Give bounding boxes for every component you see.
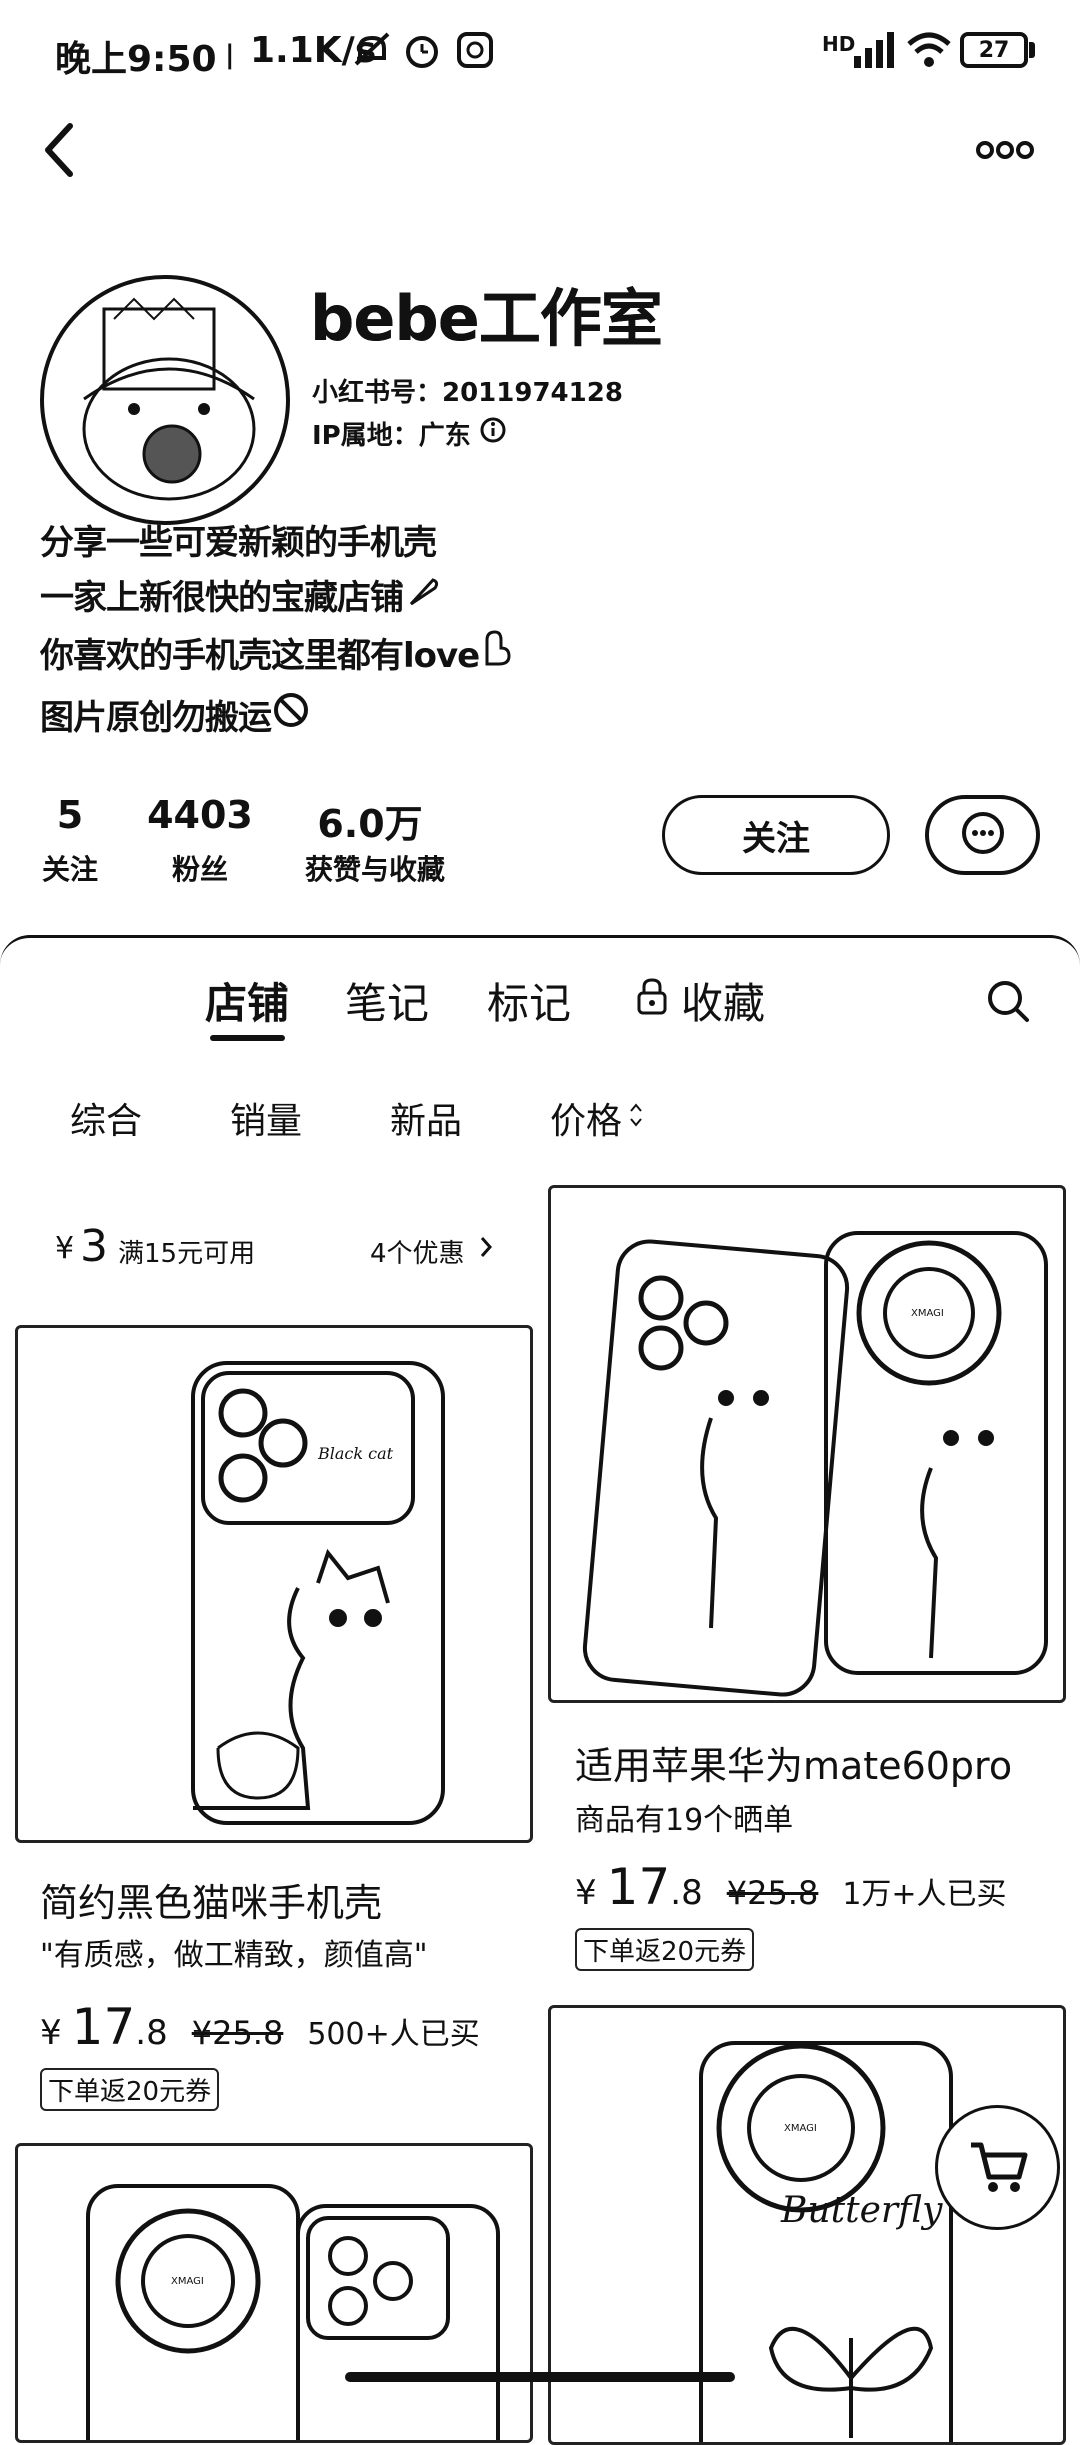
- bio-line-2: 一家上新很快的宝藏店铺: [40, 570, 443, 619]
- product-2-price-dec: .8: [670, 1873, 703, 1913]
- likes-count[interactable]: 6.0万: [310, 793, 430, 848]
- product-1-price-dec: .8: [135, 2013, 168, 2053]
- followers-label[interactable]: 粉丝: [155, 848, 245, 888]
- filter-price[interactable]: 价格: [550, 1092, 644, 1144]
- filter-sales[interactable]: 销量: [230, 1092, 302, 1144]
- chat-button[interactable]: [925, 795, 1040, 875]
- product-2-orig-price: ¥25.8: [726, 1874, 819, 1912]
- product-1-price-symbol: ¥: [40, 2013, 62, 2053]
- product-image-3[interactable]: XMAGI: [15, 2143, 533, 2443]
- product-2-price-int: 17: [606, 1858, 671, 1916]
- product-1-promo-tag: 下单返20元券: [40, 2068, 220, 2111]
- profile-id[interactable]: 小红书号：2011974128: [312, 372, 623, 409]
- product-2-title[interactable]: 适用苹果华为mate60pro: [575, 1735, 1012, 1790]
- product-image-mate60[interactable]: XMAGI: [548, 1185, 1066, 1703]
- bio-line-4: 图片原创勿搬运: [40, 690, 311, 739]
- black-cat-label: Black cat: [318, 1444, 394, 1463]
- brand-label-2: XMAGI: [171, 2276, 204, 2287]
- product-2-price-row: ¥ 17 .8 ¥25.8 1万+人已买: [575, 1858, 1007, 1916]
- profile-name: bebe工作室: [310, 282, 663, 355]
- avatar[interactable]: [40, 275, 290, 525]
- brand-label-1: XMAGI: [911, 1308, 944, 1319]
- tab-notes-label: 笔记: [345, 979, 430, 1028]
- product-2-sold: 1万+人已买: [842, 1877, 1007, 1912]
- filter-overall[interactable]: 综合: [70, 1092, 142, 1144]
- app-notification-icon: [455, 30, 495, 74]
- coupon-symbol: ¥: [55, 1231, 75, 1266]
- tab-marks-label: 标记: [487, 979, 572, 1028]
- product-2-price-symbol: ¥: [575, 1873, 597, 1913]
- butterfly-label: Butterfly: [781, 2190, 943, 2231]
- filter-price-label: 价格: [550, 1101, 623, 1142]
- search-icon[interactable]: [985, 978, 1031, 1028]
- sort-arrows-icon: [628, 1098, 644, 1139]
- followers-count[interactable]: 4403: [145, 793, 255, 837]
- product-2-promo-tag: 下单返20元券: [575, 1928, 755, 1971]
- status-bar: 晚上9:50 | 1.1K/s HD 27: [0, 0, 1080, 110]
- alarm-icon: [402, 30, 442, 74]
- coupon-row[interactable]: ¥ 3 满15元可用 4个优惠: [55, 1221, 495, 1275]
- info-icon[interactable]: [479, 416, 507, 451]
- lock-icon: [635, 976, 669, 1025]
- bio-line-3: 你喜欢的手机壳这里都有love: [40, 628, 515, 677]
- battery-indicator: 27: [960, 32, 1028, 68]
- product-1-orig-price: ¥25.8: [191, 2014, 284, 2052]
- wifi-icon: [905, 30, 953, 74]
- mute-icon: [352, 30, 392, 74]
- product-2-subtitle: 商品有19个晒单: [575, 1803, 794, 1838]
- product-1-title[interactable]: 简约黑色猫咪手机壳: [40, 1872, 382, 1927]
- coupon-condition: 满15元可用: [118, 1239, 256, 1269]
- more-options-button[interactable]: [965, 110, 1045, 190]
- product-1-sold: 500+人已买: [307, 2017, 480, 2052]
- filter-new[interactable]: 新品: [390, 1092, 462, 1144]
- product-1-price-int: 17: [71, 1998, 136, 2056]
- tab-notes[interactable]: 笔记: [345, 970, 429, 1031]
- likes-label[interactable]: 获赞与收藏: [295, 848, 455, 888]
- tab-shop-label: 店铺: [205, 979, 290, 1028]
- status-separator: |: [225, 40, 235, 70]
- signal-icon: [852, 30, 896, 74]
- coupon-amount: 3: [80, 1221, 108, 1272]
- tab-favorites[interactable]: 收藏: [635, 970, 765, 1031]
- following-count[interactable]: 5: [40, 793, 100, 837]
- ip-location-label: IP属地：广东: [312, 421, 471, 451]
- following-label[interactable]: 关注: [30, 848, 110, 888]
- bio-line-1: 分享一些可爱新颖的手机壳: [40, 523, 437, 563]
- no-entry-icon: [271, 690, 311, 739]
- cart-icon: [963, 2131, 1033, 2205]
- product-1-price-row: ¥ 17 .8 ¥25.8 500+人已买: [40, 1998, 480, 2056]
- tab-favorites-label: 收藏: [681, 979, 766, 1028]
- tab-active-underline: [210, 1035, 285, 1041]
- product-image-black-cat[interactable]: Black cat: [15, 1325, 533, 1843]
- tab-marks[interactable]: 标记: [487, 970, 571, 1031]
- chat-icon: [958, 808, 1008, 862]
- love-hand-icon: [479, 628, 515, 677]
- hd-label: HD: [822, 32, 856, 56]
- cart-button[interactable]: [935, 2105, 1060, 2230]
- tab-shop[interactable]: 店铺: [205, 970, 289, 1031]
- carrot-icon: [403, 570, 443, 619]
- bio-line-2-text: 一家上新很快的宝藏店铺: [40, 578, 404, 618]
- home-indicator[interactable]: [345, 2372, 735, 2382]
- status-time: 晚上9:50: [55, 39, 217, 80]
- product-1-subtitle: "有质感，做工精致，颜值高": [40, 1938, 428, 1973]
- battery-tip: [1029, 42, 1035, 58]
- bio-line-3-text: 你喜欢的手机壳这里都有love: [40, 636, 480, 676]
- coupon-more: 4个优惠: [370, 1239, 465, 1269]
- chevron-right-icon: [479, 1235, 493, 1263]
- brand-label-3: XMAGI: [784, 2123, 817, 2134]
- bio-line-4-text: 图片原创勿搬运: [40, 698, 272, 738]
- profile-ip: IP属地：广东: [312, 415, 507, 452]
- follow-button[interactable]: 关注: [662, 795, 890, 875]
- back-button[interactable]: [20, 110, 100, 190]
